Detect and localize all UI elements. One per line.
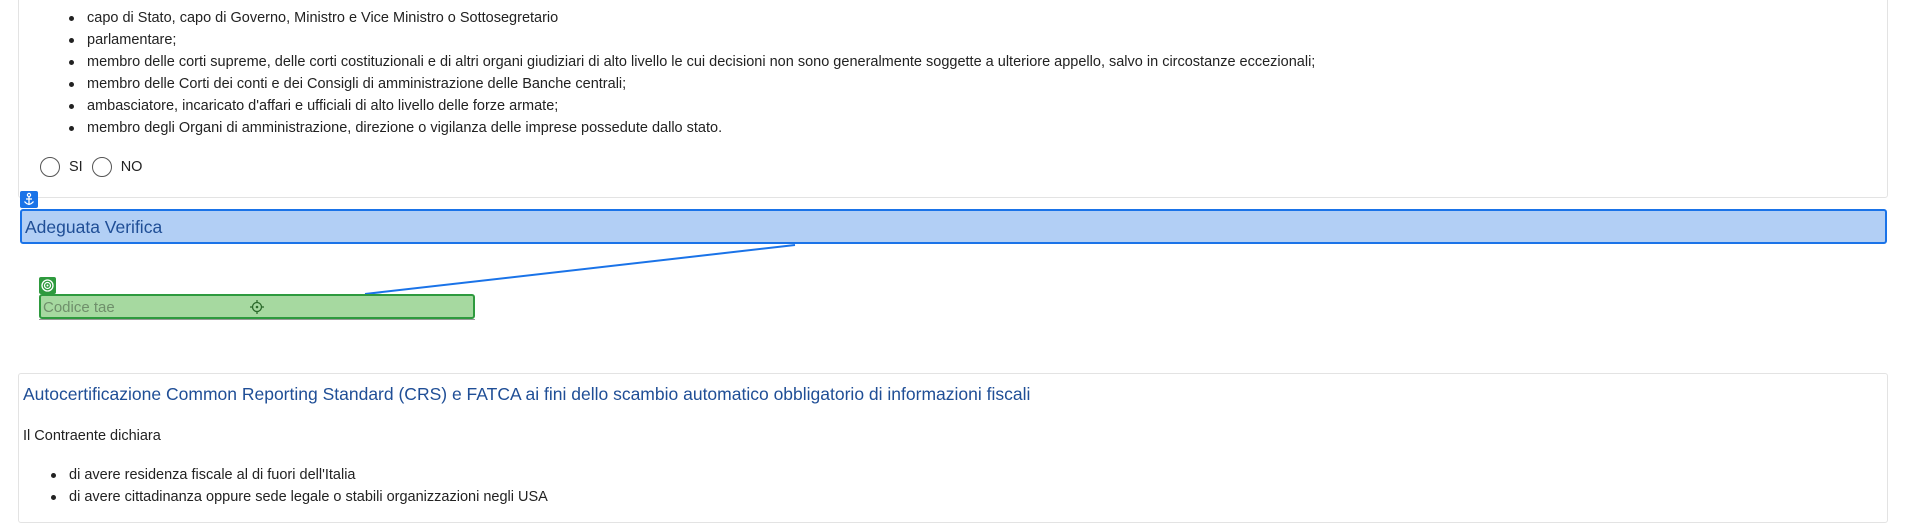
codice-tae-field[interactable]: Codice tae: [39, 294, 475, 319]
list-item: membro delle corti supreme, delle corti …: [67, 51, 1315, 73]
field-underline: [39, 319, 475, 320]
list-item: di avere residenza fiscale al di fuori d…: [49, 464, 548, 486]
crs-title: Autocertificazione Common Reporting Stan…: [23, 384, 1031, 404]
pep-list: capo di Stato, capo di Governo, Ministro…: [67, 7, 1315, 139]
crs-card: Autocertificazione Common Reporting Stan…: [18, 373, 1888, 523]
list-item: parlamentare;: [67, 29, 1315, 51]
adeguata-verifica-section[interactable]: Adeguata Verifica: [20, 209, 1887, 244]
pep-radio-group: SI NO: [40, 157, 151, 177]
radio-si-label: SI: [69, 159, 83, 175]
list-item: membro degli Organi di amministrazione, …: [67, 117, 1315, 139]
target-icon-glyph: [41, 279, 54, 292]
crs-list: di avere residenza fiscale al di fuori d…: [49, 464, 548, 508]
radio-no[interactable]: NO: [91, 157, 143, 177]
radio-si[interactable]: SI: [40, 157, 83, 177]
list-item: ambasciatore, incaricato d'affari e uffi…: [67, 95, 1315, 117]
anchor-icon: [20, 191, 38, 208]
list-item: capo di Stato, capo di Governo, Ministro…: [67, 7, 1315, 29]
pep-card: capo di Stato, capo di Governo, Ministro…: [18, 0, 1888, 198]
crosshair-icon: [250, 300, 264, 314]
list-item: di avere cittadinanza oppure sede legale…: [49, 486, 548, 508]
list-item: membro delle Corti dei conti e dei Consi…: [67, 73, 1315, 95]
codice-tae-placeholder: Codice tae: [43, 299, 115, 316]
section-title: Adeguata Verifica: [25, 217, 163, 237]
anchor-icon-glyph: [23, 192, 35, 205]
radio-no-circle[interactable]: [91, 157, 112, 177]
radio-si-circle[interactable]: [40, 157, 60, 177]
crs-subtitle: Il Contraente dichiara: [23, 428, 161, 444]
target-icon: [39, 277, 56, 294]
radio-no-label: NO: [120, 159, 143, 175]
